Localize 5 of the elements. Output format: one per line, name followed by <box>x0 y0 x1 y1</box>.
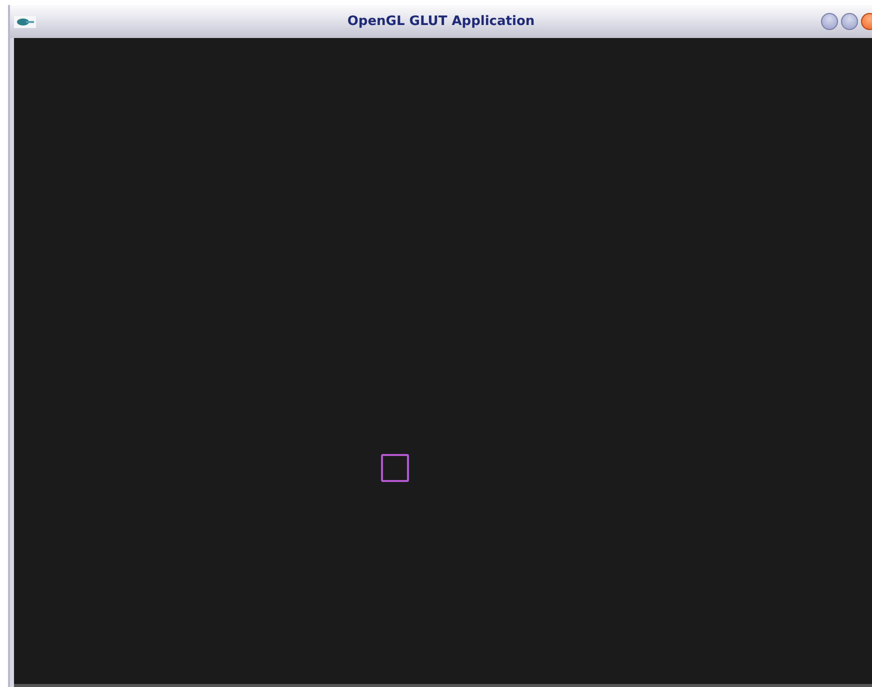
maximize-button[interactable] <box>841 13 858 30</box>
window-title: OpenGL GLUT Application <box>347 14 535 29</box>
minimize-button[interactable] <box>821 13 838 30</box>
square-outline <box>381 454 409 482</box>
app-icon[interactable] <box>14 16 36 28</box>
